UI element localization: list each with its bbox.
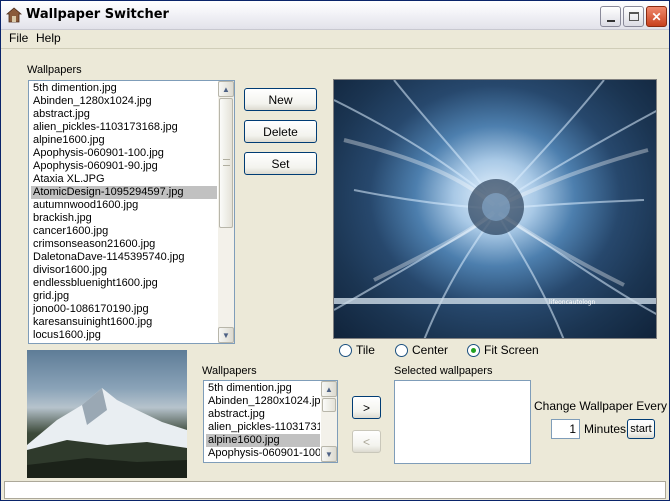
wallpaper-list-item[interactable]: DaletonaDave-1145395740.jpg [31, 251, 217, 264]
maximize-button[interactable] [623, 6, 644, 27]
minutes-label: Minutes [584, 422, 627, 436]
rotation-list-item[interactable]: Apophysis-060901-100. [206, 447, 320, 460]
wallpaper-list-item[interactable]: Apophysis-060901-100.jpg [31, 147, 217, 160]
rotation-scrollbar[interactable]: ▲ ▼ [321, 381, 337, 462]
rotation-items: 5th dimention.jpg Abinden_1280x1024.jpg ab… [206, 382, 320, 460]
wallpaper-list-item[interactable]: grid.jpg [31, 290, 217, 303]
radio-center-button[interactable] [395, 344, 408, 357]
rotation-scroll-down-icon[interactable]: ▼ [321, 446, 337, 462]
wallpapers-scrollbar[interactable]: ▲ ▼ [218, 81, 234, 343]
house-icon [6, 7, 22, 23]
wallpaper-list-item[interactable]: crimsonseason21600.jpg [31, 238, 217, 251]
thumbnail-preview [27, 350, 187, 478]
rotation-list-item[interactable]: alpine1600.jpg [206, 434, 320, 447]
rotation-scroll-up-icon[interactable]: ▲ [321, 381, 337, 397]
set-button[interactable]: Set [244, 152, 317, 175]
minimize-button[interactable] [600, 6, 621, 27]
wallpaper-list-item[interactable]: divisor1600.jpg [31, 264, 217, 277]
wallpaper-list-item[interactable]: alpine1600.jpg [31, 134, 217, 147]
preview-image: lifeoncautologn [334, 80, 656, 338]
change-every-label: Change Wallpaper Every [534, 399, 667, 413]
status-bar [4, 481, 666, 499]
wallpaper-list-item[interactable]: Apophysis-060901-90.jpg [31, 160, 217, 173]
radio-tile-button[interactable] [339, 344, 352, 357]
thumbnail-image [27, 388, 187, 478]
add-to-selected-button[interactable]: > [352, 396, 381, 419]
title-bar[interactable]: Wallpaper Switcher ✕ [1, 1, 669, 30]
selected-wallpapers-label: Selected wallpapers [394, 365, 493, 377]
wallpaper-list-item[interactable]: AtomicDesign-1095294597.jpg [31, 186, 217, 199]
menu-bar: File Help [1, 30, 669, 48]
radio-fit-screen-button[interactable] [467, 344, 480, 357]
radio-fit-screen-label: Fit Screen [484, 343, 539, 357]
rotation-list-item[interactable]: alien_pickles-11031731 [206, 421, 320, 434]
menu-help[interactable]: Help [36, 31, 61, 45]
wallpaper-list-item[interactable]: jono00-1086170190.jpg [31, 303, 217, 316]
wallpaper-preview: lifeoncautologn [333, 79, 657, 339]
radio-center-label: Center [412, 343, 449, 357]
radio-tile-label: Tile [356, 343, 375, 357]
wallpaper-list-item[interactable]: Abinden_1280x1024.jpg [31, 95, 217, 108]
wallpaper-list-item[interactable]: autumnwood1600.jpg [31, 199, 217, 212]
wallpaper-list-item[interactable]: Ataxia XL.JPG [31, 173, 217, 186]
radio-tile[interactable]: Tile [339, 343, 399, 357]
scroll-thumb[interactable] [219, 98, 233, 228]
rotation-scroll-thumb[interactable] [322, 398, 336, 412]
remove-from-selected-button[interactable]: < [352, 430, 381, 453]
radio-center[interactable]: Center [395, 343, 465, 357]
wallpaper-list-item[interactable]: brackish.jpg [31, 212, 217, 225]
wallpaper-list-item[interactable]: locus1600.jpg [31, 329, 217, 342]
wallpaper-list-item[interactable]: endlessbluenight1600.jpg [31, 277, 217, 290]
menu-file[interactable]: File [9, 31, 28, 45]
rotation-list-item[interactable]: 5th dimention.jpg [206, 382, 320, 395]
wallpaper-list-item[interactable]: 5th dimention.jpg [31, 82, 217, 95]
minimize-icon [606, 19, 615, 22]
maximize-icon [628, 12, 639, 21]
app-window: Wallpaper Switcher ✕ File Help Wallpaper… [0, 0, 670, 501]
close-button[interactable]: ✕ [646, 6, 667, 27]
window-title: Wallpaper Switcher [26, 7, 169, 22]
delete-button[interactable]: Delete [244, 120, 317, 143]
radio-fit-screen[interactable]: Fit Screen [467, 343, 557, 357]
wallpapers-items: 5th dimention.jpg Abinden_1280x1024.jpg ab… [31, 82, 217, 342]
preview-watermark: lifeoncautologn [549, 299, 596, 306]
new-button[interactable]: New [244, 88, 317, 111]
rotation-listbox[interactable]: 5th dimention.jpg Abinden_1280x1024.jpg ab… [203, 380, 338, 463]
wallpapers-label: Wallpapers [27, 64, 82, 76]
scroll-up-arrow-icon[interactable]: ▲ [218, 81, 234, 97]
menu-separator [1, 48, 669, 49]
interval-input[interactable]: 1 [551, 419, 580, 439]
rotation-list-item[interactable]: abstract.jpg [206, 408, 320, 421]
wallpapers-listbox[interactable]: 5th dimention.jpg Abinden_1280x1024.jpg ab… [28, 80, 235, 344]
close-icon: ✕ [651, 9, 662, 24]
scroll-down-arrow-icon[interactable]: ▼ [218, 327, 234, 343]
wallpaper-list-item[interactable]: alien_pickles-1103173168.jpg [31, 121, 217, 134]
rotation-list-item[interactable]: Abinden_1280x1024.jpg [206, 395, 320, 408]
wallpaper-list-item[interactable]: abstract.jpg [31, 108, 217, 121]
start-button[interactable]: start [627, 419, 655, 439]
wallpaper-list-item[interactable]: cancer1600.jpg [31, 225, 217, 238]
wallpaper-list-item[interactable]: karesansuinight1600.jpg [31, 316, 217, 329]
selected-wallpapers-listbox[interactable] [394, 380, 531, 464]
rotation-wallpapers-label: Wallpapers [202, 365, 257, 377]
